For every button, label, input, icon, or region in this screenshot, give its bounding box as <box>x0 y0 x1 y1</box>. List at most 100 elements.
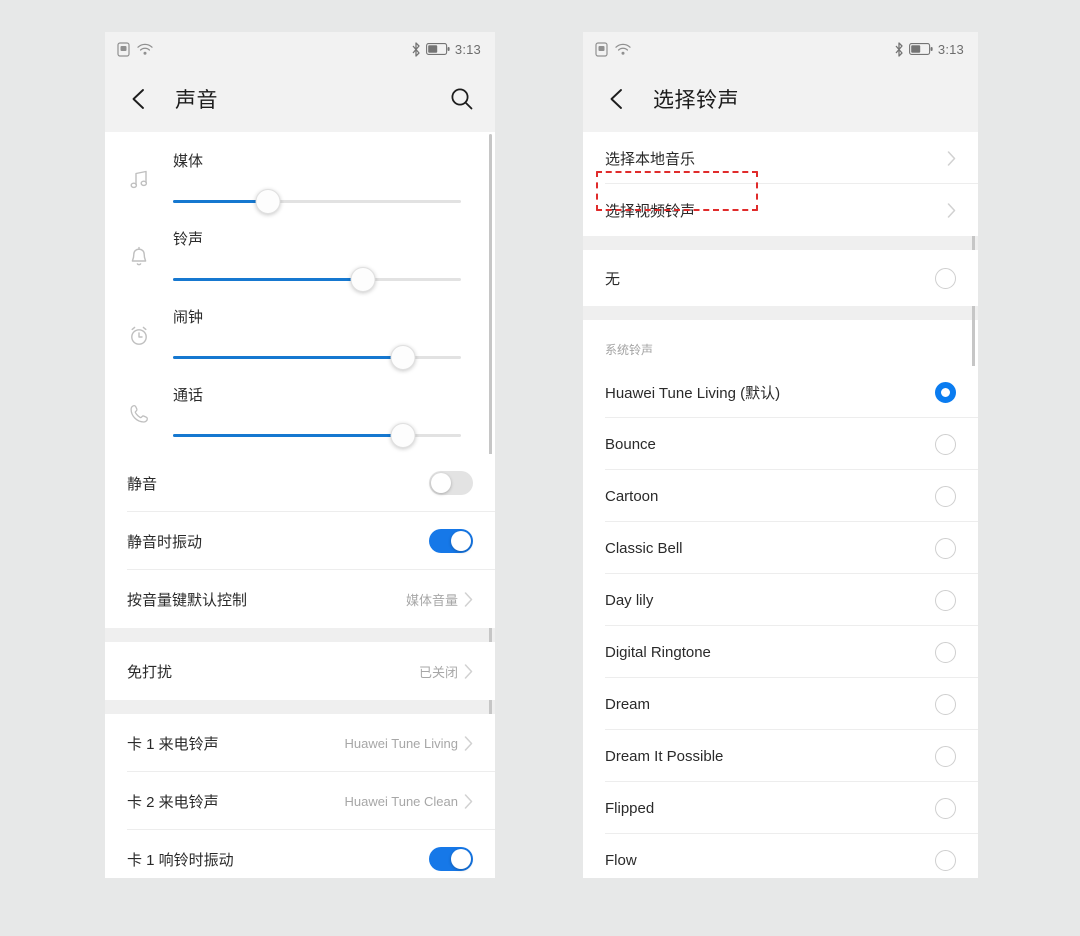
ringtone-picker-screen: 3:13 选择铃声 选择本地音乐 选择视频铃声 无 系统铃声 Huawei Tu… <box>583 32 978 878</box>
slider-label: 通话 <box>173 387 204 404</box>
row-label: Dream <box>605 695 651 713</box>
row-value: 已关闭 <box>418 664 458 680</box>
ringtone-row-bounce[interactable]: Bounce <box>583 418 978 470</box>
row-label: 卡 2 来电铃声 <box>127 793 219 811</box>
radio-button[interactable] <box>935 433 956 455</box>
battery-icon <box>425 43 450 55</box>
status-bar-time: 3:13 <box>454 41 481 57</box>
radio-button-selected[interactable] <box>935 381 956 403</box>
row-value: 媒体音量 <box>405 592 458 608</box>
ringtone-row-dream[interactable]: Dream <box>583 678 978 730</box>
row-label: Classic Bell <box>605 539 683 557</box>
chevron-right-icon <box>464 793 473 809</box>
radio-button[interactable] <box>935 745 956 767</box>
radio-button[interactable] <box>935 641 956 663</box>
action-row-choose-video-ringtone[interactable]: 选择视频铃声 <box>583 184 978 236</box>
back-arrow-icon[interactable] <box>605 86 631 112</box>
radio-button[interactable] <box>935 537 956 559</box>
volume-slider-call[interactable] <box>173 421 461 451</box>
bluetooth-icon <box>411 41 421 57</box>
radio-button[interactable] <box>935 797 956 819</box>
slider-thumb[interactable] <box>350 267 376 292</box>
slider-fill <box>173 356 404 359</box>
setting-row-volume-key-default[interactable]: 按音量键默认控制 媒体音量 <box>105 570 495 628</box>
volume-slider-media[interactable] <box>173 187 461 217</box>
action-row-choose-local-music[interactable]: 选择本地音乐 <box>583 132 978 184</box>
row-value: Huawei Tune Living <box>344 735 458 751</box>
status-bar-left: 3:13 <box>105 32 495 66</box>
row-label: 按音量键默认控制 <box>127 591 248 609</box>
ringtone-row-cartoon[interactable]: Cartoon <box>583 470 978 522</box>
sim1-vibrate-toggle[interactable] <box>429 847 473 871</box>
ringtone-row-none[interactable]: 无 <box>583 250 978 306</box>
setting-row-sim2-ringtone[interactable]: 卡 2 来电铃声 Huawei Tune Clean <box>105 772 495 830</box>
ringtone-row-classic-bell[interactable]: Classic Bell <box>583 522 978 574</box>
search-icon[interactable] <box>449 86 475 112</box>
row-value: Huawei Tune Clean <box>344 793 458 809</box>
sim-card-icon <box>117 41 130 57</box>
section-divider <box>583 236 978 250</box>
wifi-icon <box>137 43 153 56</box>
chevron-right-icon <box>947 202 956 218</box>
volume-slider-ringtone[interactable] <box>173 265 461 295</box>
slider-thumb[interactable] <box>390 423 416 448</box>
setting-row-do-not-disturb[interactable]: 免打扰 已关闭 <box>105 642 495 700</box>
slider-fill <box>173 200 269 203</box>
ringtone-row-huawei-tune-living[interactable]: Huawei Tune Living (默认) <box>583 366 978 418</box>
row-label: 选择本地音乐 <box>605 150 696 168</box>
row-label: 静音时振动 <box>127 533 203 551</box>
row-label: Flipped <box>605 799 655 817</box>
radio-button[interactable] <box>935 849 956 871</box>
status-bar-time: 3:13 <box>937 41 964 57</box>
back-arrow-icon[interactable] <box>127 86 153 112</box>
slider-label: 媒体 <box>173 153 204 170</box>
slider-row-media[interactable]: 媒体 <box>105 138 495 216</box>
radio-button[interactable] <box>935 485 956 507</box>
radio-button[interactable] <box>935 693 956 715</box>
row-label: 免打扰 <box>127 663 173 681</box>
ringtone-row-dream-it-possible[interactable]: Dream It Possible <box>583 730 978 782</box>
ringtone-row-flow[interactable]: Flow <box>583 834 978 878</box>
chevron-right-icon <box>464 735 473 751</box>
ringtone-list-scroll-body[interactable]: 选择本地音乐 选择视频铃声 无 系统铃声 Huawei Tune Living … <box>583 132 978 878</box>
row-label: Digital Ringtone <box>605 643 711 661</box>
radio-button[interactable] <box>935 589 956 611</box>
ringtone-row-flipped[interactable]: Flipped <box>583 782 978 834</box>
app-bar-left: 声音 <box>105 66 495 132</box>
bluetooth-icon <box>894 41 904 57</box>
chevron-right-icon <box>464 663 473 679</box>
setting-row-sim1-vibrate[interactable]: 卡 1 响铃时振动 <box>105 830 495 878</box>
row-label: 静音 <box>127 475 158 493</box>
sim-card-icon <box>595 41 608 57</box>
section-divider <box>105 628 495 642</box>
vibrate-on-silent-toggle[interactable] <box>429 529 473 553</box>
section-divider <box>105 700 495 714</box>
phone-icon <box>127 372 173 431</box>
setting-row-silent-mode[interactable]: 静音 <box>105 454 495 512</box>
slider-thumb[interactable] <box>390 345 416 370</box>
status-bar-right: 3:13 <box>583 32 978 66</box>
battery-icon <box>908 43 933 55</box>
ringtone-row-day-lily[interactable]: Day lily <box>583 574 978 626</box>
row-label: 卡 1 响铃时振动 <box>127 851 234 869</box>
setting-row-sim1-ringtone[interactable]: 卡 1 来电铃声 Huawei Tune Living <box>105 714 495 772</box>
sound-settings-scroll-body[interactable]: 媒体 铃声 闹钟 通话 静音 静音时振动 按音量键默认控制 媒体音量 免打扰 已… <box>105 132 495 878</box>
slider-row-alarm[interactable]: 闹钟 <box>105 294 495 372</box>
chevron-right-icon <box>464 591 473 607</box>
bell-icon <box>127 216 173 275</box>
radio-button[interactable] <box>935 267 956 289</box>
ringtone-row-digital-ringtone[interactable]: Digital Ringtone <box>583 626 978 678</box>
slider-row-call[interactable]: 通话 <box>105 372 495 450</box>
setting-row-vibrate-on-silent[interactable]: 静音时振动 <box>105 512 495 570</box>
silent-mode-toggle[interactable] <box>429 471 473 495</box>
sound-settings-screen: 3:13 声音 媒体 铃声 闹钟 通话 静音 静音时振动 按音量键默认控制 媒体… <box>105 32 495 878</box>
slider-label: 铃声 <box>173 231 204 248</box>
slider-thumb[interactable] <box>255 189 281 214</box>
page-title: 声音 <box>175 89 218 112</box>
row-label: Flow <box>605 851 637 869</box>
volume-sliders-group: 媒体 铃声 闹钟 通话 <box>105 132 495 454</box>
volume-slider-alarm[interactable] <box>173 343 461 373</box>
row-label: Huawei Tune Living (默认) <box>605 384 781 402</box>
slider-row-ringtone[interactable]: 铃声 <box>105 216 495 294</box>
section-header-system-ringtones: 系统铃声 <box>583 320 978 366</box>
